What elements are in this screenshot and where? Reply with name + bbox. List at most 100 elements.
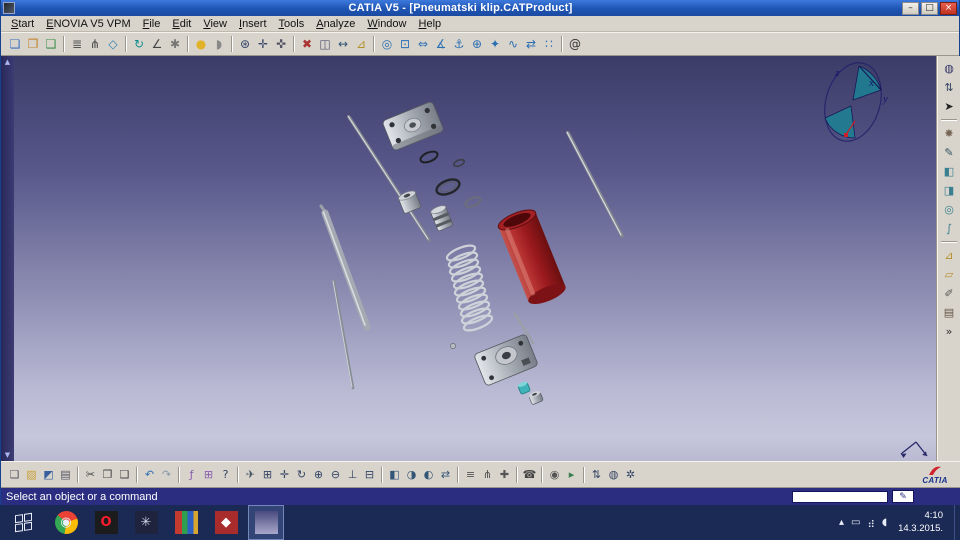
photo-library-icon[interactable]	[168, 505, 204, 540]
maximize-button[interactable]: □	[921, 1, 938, 15]
view-compass[interactable]: z x y	[816, 56, 890, 148]
graph-icon[interactable]: ≡	[462, 466, 479, 483]
steel-ball[interactable]	[450, 343, 456, 349]
show-hidden-icons-button[interactable]: ▴	[839, 517, 844, 528]
fly-mode-icon[interactable]: ✈	[242, 466, 259, 483]
catalog-browser-icon[interactable]: ▤	[940, 303, 959, 322]
options-icon[interactable]: ✲	[622, 466, 639, 483]
cylinder-tube[interactable]	[496, 206, 568, 308]
reuse-pattern-icon[interactable]: ∷	[540, 35, 558, 53]
bottom-end-cap[interactable]	[474, 334, 539, 387]
menu-item-analyze[interactable]: Analyze	[310, 17, 361, 31]
menu-item-file[interactable]: File	[137, 17, 167, 31]
undo-icon[interactable]: ↶	[141, 466, 158, 483]
measure-icon[interactable]: ⊿	[352, 35, 370, 53]
minimize-button[interactable]: –	[902, 1, 919, 15]
seal-ring[interactable]	[434, 176, 461, 197]
o-ring-small[interactable]	[452, 158, 466, 168]
rotate-icon[interactable]: ↻	[293, 466, 310, 483]
change-constraint-icon[interactable]: ⇄	[522, 35, 540, 53]
guide-rod[interactable]	[332, 279, 355, 390]
pad-icon[interactable]: ◧	[940, 162, 959, 181]
opera-icon[interactable]: O	[88, 505, 124, 540]
air-fitting[interactable]	[517, 381, 531, 395]
measure-item-icon[interactable]: ▱	[940, 265, 959, 284]
chrome-icon[interactable]: ◉	[48, 505, 84, 540]
vpm-work-icon[interactable]: ❑	[42, 35, 60, 53]
capture-icon[interactable]: ◉	[546, 466, 563, 483]
enovia-connect-icon[interactable]: ◍	[940, 59, 959, 78]
viewport-3d[interactable]: z x y	[14, 56, 936, 461]
degrees-of-freedom-icon[interactable]: ∠	[148, 35, 166, 53]
volume-tray-icon[interactable]: ◖	[882, 517, 887, 528]
update-assembly-icon[interactable]: ↻	[130, 35, 148, 53]
menu-item-tools[interactable]: Tools	[273, 17, 311, 31]
measure-between-icon[interactable]: ⊿	[940, 246, 959, 265]
pdf-reader-icon[interactable]: ◆	[208, 505, 244, 540]
coincidence-constraint-icon[interactable]: ◎	[378, 35, 396, 53]
distance-analysis-icon[interactable]: ↔	[334, 35, 352, 53]
piston-rod[interactable]	[319, 204, 371, 331]
normal-view-icon[interactable]: ⊥	[344, 466, 361, 483]
copy-icon[interactable]: ❐	[99, 466, 116, 483]
angle-constraint-icon[interactable]: ∡	[432, 35, 450, 53]
quick-constraint-icon[interactable]: ✦	[486, 35, 504, 53]
command-pad-button[interactable]: ✎	[892, 490, 914, 503]
redo-icon[interactable]: ↷	[158, 466, 175, 483]
formula-icon[interactable]: ƒ	[183, 466, 200, 483]
close-button[interactable]: ×	[940, 1, 957, 15]
explode-assembly-icon[interactable]: ✸	[940, 124, 959, 143]
rib-icon[interactable]: ∫	[940, 219, 959, 238]
zoom-out-icon[interactable]: ⊖	[327, 466, 344, 483]
offset-constraint-icon[interactable]: ⇔	[414, 35, 432, 53]
menu-item-window[interactable]: Window	[361, 17, 412, 31]
fit-all-in-icon[interactable]: ⊞	[259, 466, 276, 483]
player-icon[interactable]: ▸	[563, 466, 580, 483]
data-exchange-icon[interactable]: ⇅	[940, 78, 959, 97]
menu-item-start[interactable]: Start	[5, 17, 40, 31]
vpm-open-icon[interactable]: ❐	[24, 35, 42, 53]
reframe-icon[interactable]: ✚	[496, 466, 513, 483]
pocket-icon[interactable]: ◨	[940, 181, 959, 200]
new-document-icon[interactable]: ❏	[6, 466, 23, 483]
multi-view-icon[interactable]: ⊟	[361, 466, 378, 483]
save-icon[interactable]: ◩	[40, 466, 57, 483]
menu-item-insert[interactable]: Insert	[233, 17, 273, 31]
shading-style-icon[interactable]: ◑	[403, 466, 420, 483]
fitting-nut[interactable]	[528, 390, 544, 405]
catia-website-icon[interactable]: @	[566, 35, 584, 53]
specification-tree-icon[interactable]: ⋔	[479, 466, 496, 483]
telephone-support-icon[interactable]: ☎	[521, 466, 538, 483]
component-list-icon[interactable]: ◇	[104, 35, 122, 53]
mechanism-icon[interactable]: ✱	[166, 35, 184, 53]
catia-app-icon[interactable]	[3, 2, 15, 14]
catia-taskbar-button[interactable]	[248, 505, 284, 540]
scroll-down-icon[interactable]: ▼	[5, 451, 10, 459]
menu-item-view[interactable]: View	[197, 17, 233, 31]
select-arrow-icon[interactable]: ➤	[940, 97, 959, 116]
top-end-cap[interactable]	[382, 101, 444, 151]
browser-icon[interactable]: ◍	[605, 466, 622, 483]
vpm-save-icon[interactable]: ❏	[6, 35, 24, 53]
smart-move-icon[interactable]: ✛	[254, 35, 272, 53]
flexible-rigid-icon[interactable]: ∿	[504, 35, 522, 53]
design-table-icon[interactable]: ⊞	[200, 466, 217, 483]
swap-visible-space-icon[interactable]: ⇄	[437, 466, 454, 483]
hide-show-icon[interactable]: ◐	[420, 466, 437, 483]
scroll-up-icon[interactable]: ▲	[5, 58, 10, 66]
retaining-ring[interactable]	[419, 149, 439, 164]
shaft-icon[interactable]: ◎	[940, 200, 959, 219]
menu-item-enovia-v5-vpm[interactable]: ENOVIA V5 VPM	[40, 17, 136, 31]
print-icon[interactable]: ▤	[57, 466, 74, 483]
anchor-constraint-icon[interactable]: ⚓	[450, 35, 468, 53]
network-tray-icon[interactable]: ⣴	[867, 517, 874, 528]
render-view-icon[interactable]: ◗	[210, 35, 228, 53]
piston[interactable]	[430, 204, 453, 232]
tie-rod-2[interactable]	[566, 131, 624, 238]
action-center-icon[interactable]: ▭	[851, 517, 860, 528]
power-input-field[interactable]	[792, 490, 888, 503]
sketcher-icon[interactable]: ✎	[940, 143, 959, 162]
open-icon[interactable]: ▨	[23, 466, 40, 483]
isometric-view-icon[interactable]: ◧	[386, 466, 403, 483]
start-button[interactable]	[0, 505, 46, 540]
